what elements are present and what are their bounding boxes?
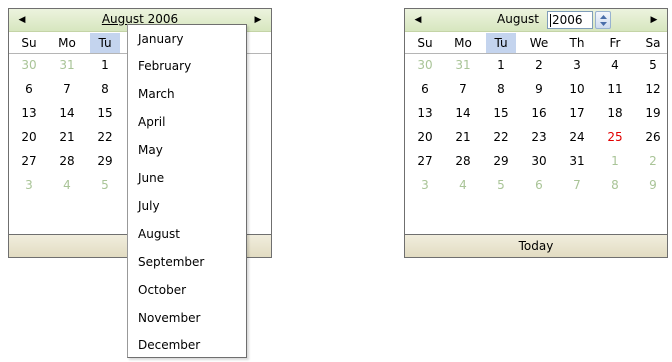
day-cell[interactable]: 31	[52, 55, 82, 75]
day-cell[interactable]: 20	[14, 127, 44, 147]
day-cell[interactable]: 5	[90, 175, 120, 195]
day-cell[interactable]: 2	[524, 55, 554, 75]
day-cell[interactable]: 8	[600, 175, 630, 195]
day-cell[interactable]: 8	[486, 79, 516, 99]
day-cell[interactable]: 10	[562, 79, 592, 99]
day-cell[interactable]: 4	[52, 175, 82, 195]
month-option-september[interactable]: September	[138, 252, 204, 272]
day-cell[interactable]: 27	[14, 151, 44, 171]
day-cell[interactable]: 20	[410, 127, 440, 147]
day-cell[interactable]: 1	[486, 55, 516, 75]
day-cell[interactable]: 4	[600, 55, 630, 75]
day-cell[interactable]: 23	[524, 127, 554, 147]
day-cell[interactable]: 27	[410, 151, 440, 171]
day-cell[interactable]: 28	[52, 151, 82, 171]
day-cell[interactable]: 31	[448, 55, 478, 75]
weekday-fr: Fr	[609, 36, 621, 50]
day-cell[interactable]: 15	[90, 103, 120, 123]
weekday-th: Th	[569, 36, 585, 50]
year-value: 2006	[552, 13, 583, 27]
weekday-header-row: Su Mo Tu We Th Fr Sa	[405, 33, 667, 54]
prev-month-icon[interactable]: ◀	[411, 13, 425, 27]
day-cell[interactable]: 5	[638, 55, 668, 75]
month-option-february[interactable]: February	[138, 56, 191, 76]
day-cell[interactable]: 29	[486, 151, 516, 171]
day-cell[interactable]: 14	[448, 103, 478, 123]
day-cell[interactable]: 4	[448, 175, 478, 195]
day-cell-today[interactable]: 25	[600, 127, 630, 147]
day-cell[interactable]: 22	[486, 127, 516, 147]
day-cell[interactable]: 2	[638, 151, 668, 171]
day-cell[interactable]: 21	[448, 127, 478, 147]
day-cell[interactable]: 5	[486, 175, 516, 195]
day-cell[interactable]: 9	[524, 79, 554, 99]
day-cell[interactable]: 11	[600, 79, 630, 99]
day-cell[interactable]: 15	[486, 103, 516, 123]
month-option-may[interactable]: May	[138, 140, 163, 160]
month-label[interactable]: August	[497, 12, 539, 26]
weekday-we: We	[529, 36, 549, 50]
day-cell[interactable]: 28	[448, 151, 478, 171]
day-cell[interactable]: 1	[600, 151, 630, 171]
day-cell[interactable]: 1	[90, 55, 120, 75]
day-cell[interactable]: 7	[52, 79, 82, 99]
spin-updown-icon[interactable]	[595, 11, 611, 29]
weekday-su: Su	[417, 36, 433, 50]
month-option-july[interactable]: July	[138, 196, 160, 216]
day-cell[interactable]: 8	[90, 79, 120, 99]
weekday-mo: Mo	[454, 36, 472, 50]
month-option-january[interactable]: January	[138, 29, 184, 49]
day-cell[interactable]: 30	[524, 151, 554, 171]
day-cell[interactable]: 7	[562, 175, 592, 195]
weekday-su: Su	[21, 36, 37, 50]
next-month-icon[interactable]: ▶	[647, 13, 661, 27]
day-cell[interactable]: 3	[562, 55, 592, 75]
day-cell[interactable]: 3	[14, 175, 44, 195]
day-cell[interactable]: 6	[524, 175, 554, 195]
day-cell[interactable]: 24	[562, 127, 592, 147]
month-option-june[interactable]: June	[138, 168, 164, 188]
day-cell[interactable]: 30	[14, 55, 44, 75]
day-cell[interactable]: 12	[638, 79, 668, 99]
day-cell[interactable]: 14	[52, 103, 82, 123]
day-cell[interactable]: 26	[638, 127, 668, 147]
today-button[interactable]: Today	[405, 234, 667, 257]
year-input[interactable]: 2006	[547, 11, 593, 29]
month-option-august[interactable]: August	[138, 224, 180, 244]
month-option-november[interactable]: November	[138, 308, 200, 328]
weekday-tu: Tu	[486, 33, 516, 53]
day-cell[interactable]: 30	[410, 55, 440, 75]
day-cell[interactable]: 7	[448, 79, 478, 99]
day-cell[interactable]: 29	[90, 151, 120, 171]
day-cell[interactable]: 6	[14, 79, 44, 99]
day-cell[interactable]: 19	[638, 103, 668, 123]
day-cell[interactable]: 18	[600, 103, 630, 123]
day-cell[interactable]: 13	[14, 103, 44, 123]
day-cell[interactable]: 3	[410, 175, 440, 195]
month-option-october[interactable]: October	[138, 280, 186, 300]
day-cell[interactable]: 31	[562, 151, 592, 171]
calendar-header: ◀ August 2006 ▶	[405, 9, 667, 32]
month-option-march[interactable]: March	[138, 84, 175, 104]
weekday-mo: Mo	[58, 36, 76, 50]
day-cell[interactable]: 9	[638, 175, 668, 195]
text-caret	[550, 14, 551, 27]
weekday-sa: Sa	[645, 36, 661, 50]
day-cell[interactable]: 16	[524, 103, 554, 123]
calendar-right: ◀ August 2006 ▶ Su Mo Tu We Th Fr Sa 30 …	[404, 8, 668, 258]
weekday-tu: Tu	[90, 33, 120, 53]
month-option-april[interactable]: April	[138, 112, 165, 132]
month-option-december[interactable]: December	[138, 335, 200, 355]
day-cell[interactable]: 13	[410, 103, 440, 123]
day-cell[interactable]: 6	[410, 79, 440, 99]
day-cell[interactable]: 21	[52, 127, 82, 147]
day-cell[interactable]: 22	[90, 127, 120, 147]
next-month-icon[interactable]: ▶	[251, 13, 265, 27]
month-dropdown-list: January February March April May June Ju…	[127, 24, 247, 358]
day-cell[interactable]: 17	[562, 103, 592, 123]
